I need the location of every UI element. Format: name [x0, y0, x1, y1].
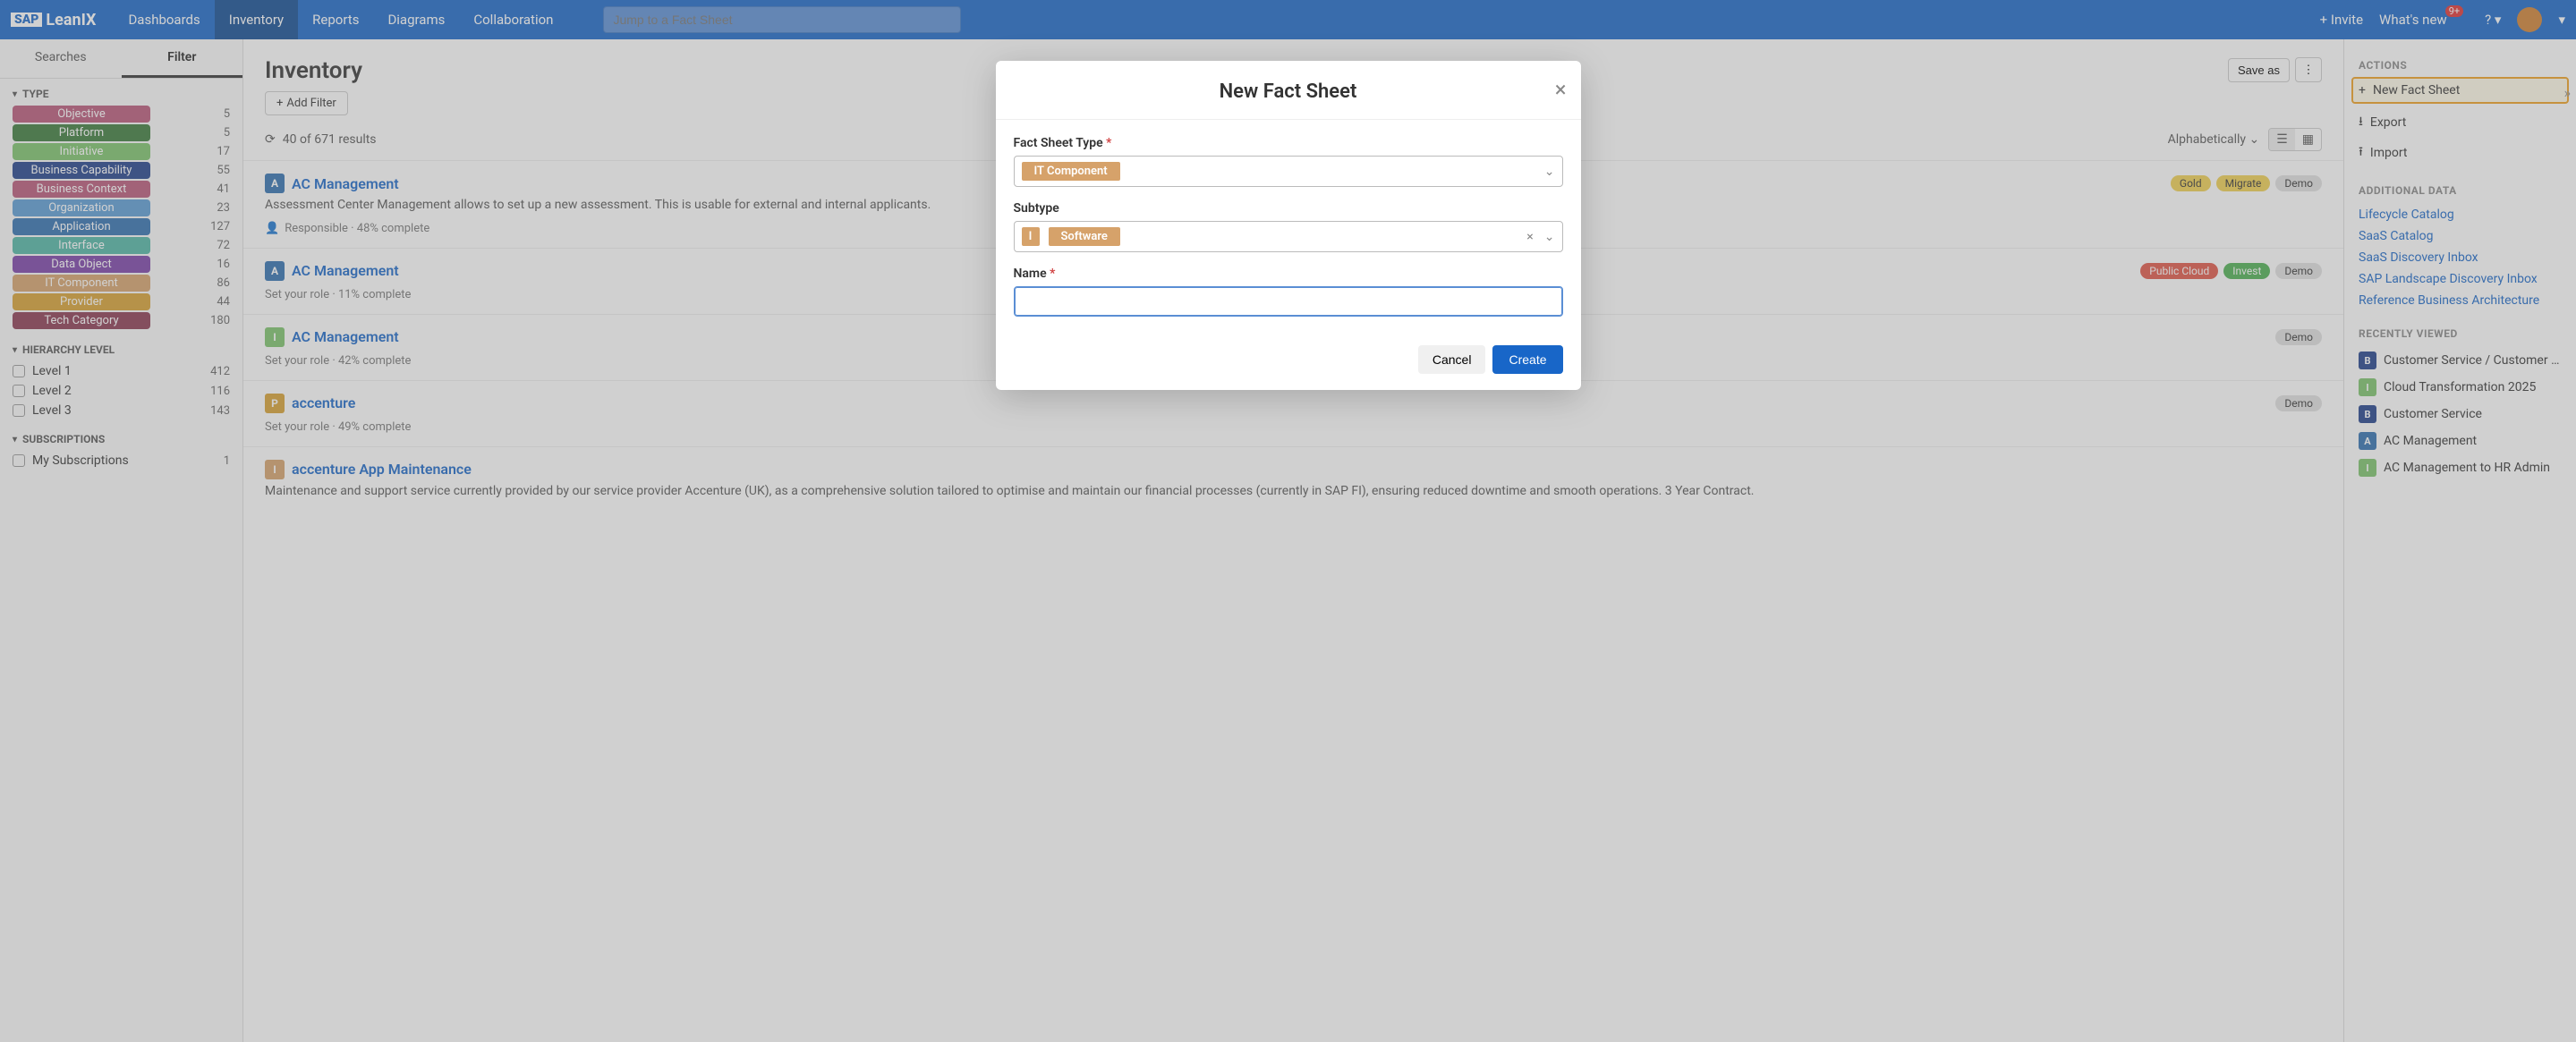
create-button[interactable]: Create	[1492, 345, 1562, 374]
subtype-icon-pill: I	[1022, 227, 1040, 246]
new-factsheet-modal: New Fact Sheet × Fact Sheet Type * IT Co…	[996, 61, 1581, 390]
fs-type-pill: IT Component	[1022, 162, 1120, 181]
chevron-down-icon: ⌄	[1544, 165, 1555, 179]
expand-icon[interactable]: »	[2564, 84, 2572, 101]
subtype-select[interactable]: I Software × ⌄	[1014, 221, 1563, 252]
cancel-button[interactable]: Cancel	[1418, 345, 1486, 374]
modal-overlay: New Fact Sheet × Fact Sheet Type * IT Co…	[0, 0, 2576, 1042]
clear-icon[interactable]: ×	[1526, 230, 1533, 244]
name-input[interactable]	[1014, 286, 1563, 317]
close-icon[interactable]: ×	[1555, 77, 1567, 102]
modal-title: New Fact Sheet	[1220, 80, 1357, 103]
name-label: Name *	[1014, 267, 1563, 281]
subtype-label: Subtype	[1014, 201, 1563, 216]
fs-type-select[interactable]: IT Component ⌄	[1014, 156, 1563, 187]
chevron-down-icon: ⌄	[1544, 230, 1555, 244]
fs-type-label: Fact Sheet Type *	[1014, 136, 1563, 150]
subtype-pill: Software	[1049, 227, 1120, 246]
